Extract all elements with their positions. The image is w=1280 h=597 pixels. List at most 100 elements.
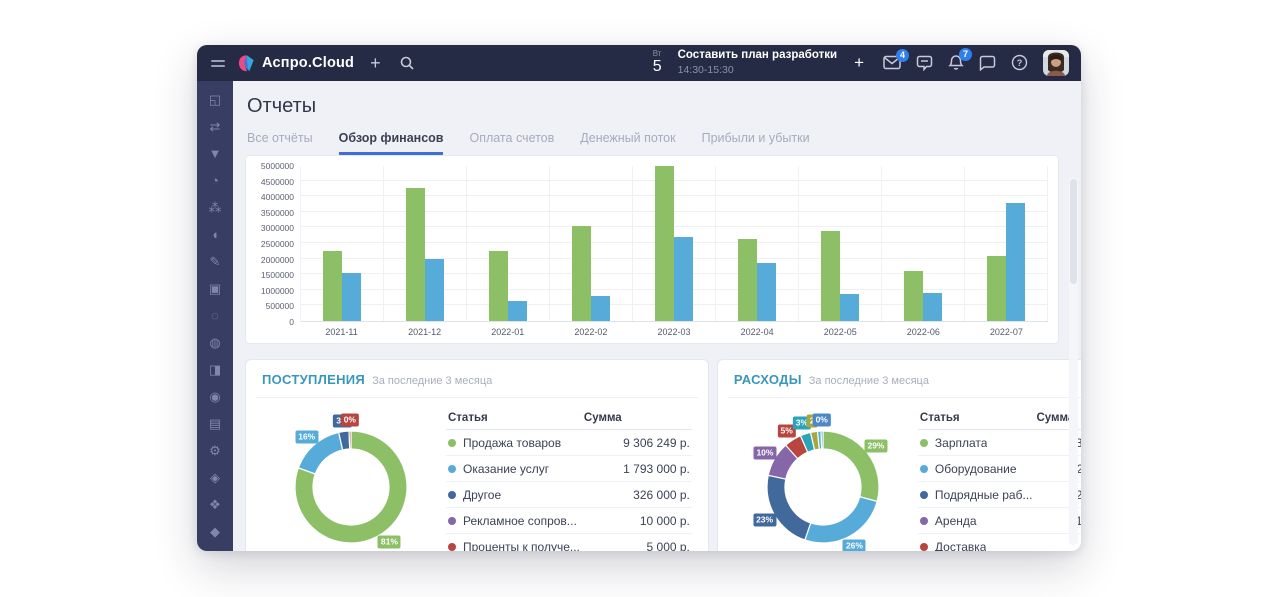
series-color-dot: [448, 517, 456, 525]
app-title: Аспро.Cloud: [262, 55, 354, 71]
bar-income-2022-03[interactable]: [655, 166, 674, 321]
expenses-panel-subtitle: За последние 3 месяца: [809, 375, 929, 387]
series-color-dot: [920, 517, 928, 525]
x-tick-label: 2021-11: [300, 322, 383, 339]
table-row[interactable]: Продажа товаров9 306 249 р.: [446, 430, 692, 456]
bar-income-2021-11[interactable]: [323, 251, 342, 321]
vertical-scrollbar[interactable]: [1069, 177, 1078, 545]
app-logo[interactable]: Аспро.Cloud: [237, 54, 354, 73]
tab-2[interactable]: Обзор финансов: [339, 131, 444, 155]
bar-group-2022-05: [799, 166, 882, 321]
module-icon-3[interactable]: ▼: [197, 140, 233, 167]
bar-expense-2022-05[interactable]: [840, 294, 859, 321]
article-label: Подрядные раб...: [935, 488, 1033, 502]
module-icon-11[interactable]: ◨: [197, 356, 233, 383]
module-icon-12[interactable]: ◉: [197, 383, 233, 410]
article-label: Зарплата: [935, 436, 988, 450]
calendar-date[interactable]: Вт 5: [653, 50, 662, 75]
article-label: Рекламное сопров...: [463, 514, 577, 528]
bar-income-2022-04[interactable]: [738, 239, 757, 321]
tab-3[interactable]: Оплата счетов: [469, 131, 554, 155]
donut-slice-0%[interactable]: [349, 431, 351, 449]
donut-percent-label: 26%: [843, 540, 866, 551]
table-row[interactable]: Проценты к получе...5 000 р.: [446, 534, 692, 551]
column-article: Статья: [448, 412, 488, 424]
bar-income-2021-12[interactable]: [406, 188, 425, 321]
y-tick-label: 3000000: [261, 223, 294, 233]
mail-icon[interactable]: 4: [883, 55, 901, 70]
module-icon-5[interactable]: ⁂: [197, 194, 233, 221]
bar-expense-2022-02[interactable]: [591, 296, 610, 321]
x-tick-label: 2022-07: [965, 322, 1048, 339]
bar-expense-2022-06[interactable]: [923, 293, 942, 321]
help-icon[interactable]: ?: [1011, 54, 1028, 71]
module-icon-10[interactable]: ◍: [197, 329, 233, 356]
y-tick-label: 4000000: [261, 192, 294, 202]
table-row[interactable]: Аренда1 100 000 р.: [918, 508, 1081, 534]
upcoming-event[interactable]: Составить план разработки 14:30-15:30: [678, 49, 837, 76]
module-icon-13[interactable]: ▤: [197, 410, 233, 437]
bar-expense-2021-12[interactable]: [425, 259, 444, 321]
hamburger-menu-icon[interactable]: [211, 60, 225, 67]
bar-group-2021-12: [384, 166, 467, 321]
bar-income-2022-01[interactable]: [489, 251, 508, 321]
module-icon-1[interactable]: ◱: [197, 86, 233, 113]
tab-1[interactable]: Все отчёты: [247, 131, 313, 155]
event-time: 14:30-15:30: [678, 64, 837, 77]
bar-expense-2022-03[interactable]: [674, 237, 693, 321]
search-icon[interactable]: [399, 55, 415, 71]
article-label: Проценты к получе...: [463, 540, 580, 552]
bar-expense-2022-01[interactable]: [508, 301, 527, 321]
tab-5[interactable]: Прибыли и убытки: [702, 131, 810, 155]
module-icon-2[interactable]: ⇄: [197, 113, 233, 140]
expenses-donut-chart: 29%26%23%10%5%3%210%: [736, 404, 904, 551]
bar-group-2022-04: [716, 166, 799, 321]
notes-icon[interactable]: [916, 55, 933, 71]
tab-4[interactable]: Денежный поток: [580, 131, 675, 155]
bar-income-2022-02[interactable]: [572, 226, 591, 321]
bar-expense-2022-07[interactable]: [1006, 203, 1025, 321]
chat-icon[interactable]: [979, 55, 996, 71]
series-color-dot: [920, 543, 928, 551]
donut-slice-0%[interactable]: [821, 431, 823, 449]
top-navigation-bar: Аспро.Cloud + Вт 5 Составить план разраб…: [197, 45, 1081, 81]
user-avatar[interactable]: [1043, 50, 1069, 76]
bar-group-2022-06: [882, 166, 965, 321]
module-icon-4[interactable]: ◔: [197, 167, 233, 194]
notifications-bell-icon[interactable]: 7: [948, 54, 964, 71]
table-row[interactable]: Рекламное сопров...10 000 р.: [446, 508, 692, 534]
table-row[interactable]: Оказание услуг1 793 000 р.: [446, 456, 692, 482]
add-event-icon[interactable]: +: [854, 54, 864, 71]
module-icon-6[interactable]: ◖: [197, 221, 233, 248]
module-icon-17[interactable]: ◆: [197, 518, 233, 545]
module-icon-16[interactable]: ❖: [197, 491, 233, 518]
scrollbar-thumb[interactable]: [1070, 179, 1077, 284]
bar-income-2022-05[interactable]: [821, 231, 840, 321]
table-row[interactable]: Другое326 000 р.: [446, 482, 692, 508]
x-tick-label: 2021-12: [383, 322, 466, 339]
module-icon-14[interactable]: ⚙: [197, 437, 233, 464]
bar-income-2022-06[interactable]: [904, 271, 923, 321]
x-tick-label: 2022-02: [549, 322, 632, 339]
bar-expense-2021-11[interactable]: [342, 273, 361, 321]
divider: [728, 397, 1081, 398]
article-label: Другое: [463, 488, 501, 502]
module-icon-15[interactable]: ◈: [197, 464, 233, 491]
bar-income-2022-07[interactable]: [987, 256, 1006, 321]
donut-slice-23%[interactable]: [767, 475, 811, 540]
table-row[interactable]: Оборудование2 771 311 р.: [918, 456, 1081, 482]
amount-value: 10 000 р.: [580, 514, 690, 528]
module-icon-8[interactable]: ▣: [197, 275, 233, 302]
table-row[interactable]: Зарплата3 069 355 р.: [918, 430, 1081, 456]
table-row[interactable]: Доставка555 000 р.: [918, 534, 1081, 551]
y-tick-label: 5000000: [261, 161, 294, 171]
table-header-row: СтатьяСумма: [446, 406, 692, 430]
create-new-icon[interactable]: +: [370, 54, 381, 72]
amount-value: 9 306 249 р.: [580, 436, 690, 450]
logo-mark-icon: [237, 54, 256, 73]
module-icon-7[interactable]: ✎: [197, 248, 233, 275]
bar-expense-2022-04[interactable]: [757, 263, 776, 321]
donut-slice-26%[interactable]: [805, 497, 877, 543]
table-row[interactable]: Подрядные раб...2 455 000 р.: [918, 482, 1081, 508]
module-icon-9[interactable]: ◌: [197, 302, 233, 329]
